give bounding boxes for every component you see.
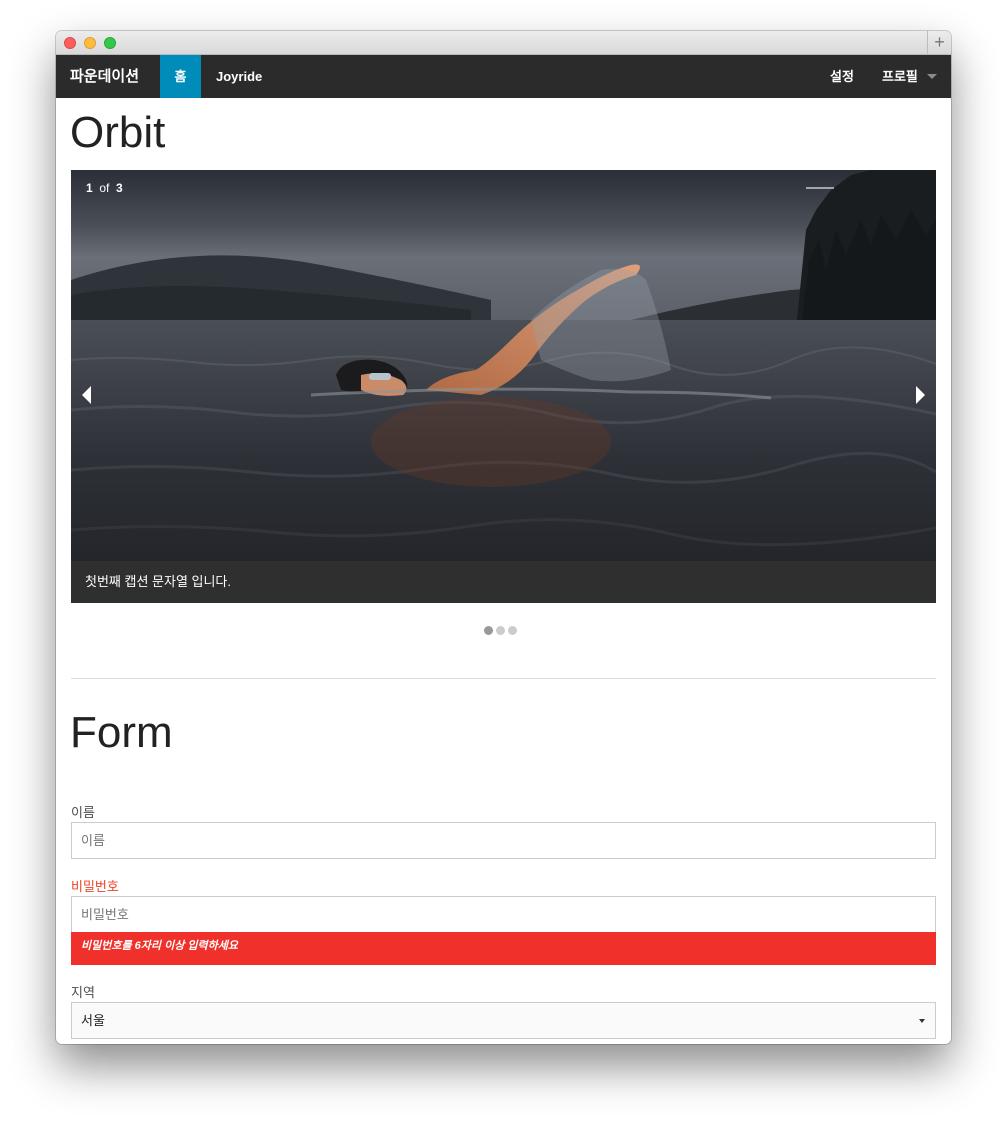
orbit-slider[interactable]: 1 of 3 첫번째 캡션 문자열 입니다. [71, 170, 936, 603]
window-titlebar: + [56, 31, 951, 55]
minimize-window-button[interactable] [84, 37, 96, 49]
slide-caption: 첫번째 캡션 문자열 입니다. [71, 561, 936, 603]
top-navigation-bar: 파운데이션 홈 Joyride 설정 프로필 [56, 55, 951, 98]
slide-counter: 1 of 3 [86, 181, 123, 195]
region-selected-value: 서울 [81, 1013, 105, 1028]
chevron-down-icon[interactable] [927, 74, 937, 79]
nav-item-profile[interactable]: 프로필 [882, 55, 918, 98]
slide-bullets [484, 622, 520, 635]
orbit-heading: Orbit [70, 108, 166, 157]
nav-item-home[interactable]: 홈 [160, 55, 201, 98]
region-label: 지역 [71, 985, 95, 1000]
name-input[interactable] [71, 822, 936, 859]
password-error-message: 비밀번호를 6자리 이상 입력하세요 [71, 932, 936, 965]
slide-bullet-3[interactable] [508, 626, 517, 635]
chevron-left-icon[interactable] [82, 386, 91, 404]
new-tab-button[interactable]: + [927, 31, 951, 55]
region-select[interactable]: 서울 [71, 1002, 936, 1039]
brand-title[interactable]: 파운데이션 [70, 55, 139, 98]
slide-counter-current: 1 [86, 181, 93, 195]
maximize-window-button[interactable] [104, 37, 116, 49]
form-heading: Form [70, 708, 173, 757]
name-label: 이름 [71, 805, 95, 820]
password-label: 비밀번호 [71, 879, 119, 894]
section-divider [71, 678, 936, 679]
slide-timer-icon[interactable] [806, 187, 834, 189]
nav-item-settings[interactable]: 설정 [830, 55, 854, 98]
slide-bullet-1[interactable] [484, 626, 493, 635]
slide-bullet-2[interactable] [496, 626, 505, 635]
slide-counter-of: of [99, 181, 110, 195]
dropdown-arrow-icon [919, 1019, 925, 1023]
slide-image-swimmer [71, 170, 936, 603]
chevron-right-icon[interactable] [916, 386, 925, 404]
slide-counter-total: 3 [116, 181, 123, 195]
nav-item-joyride[interactable]: Joyride [216, 55, 262, 98]
page-content: Orbit 1 of 3 첫번째 캡션 문자열 입니다. Form 이름 이름 … [56, 98, 951, 1044]
password-input[interactable] [71, 896, 936, 933]
close-window-button[interactable] [64, 37, 76, 49]
browser-window: + 파운데이션 홈 Joyride 설정 프로필 Orbit 1 of 3 첫번… [56, 31, 951, 1044]
